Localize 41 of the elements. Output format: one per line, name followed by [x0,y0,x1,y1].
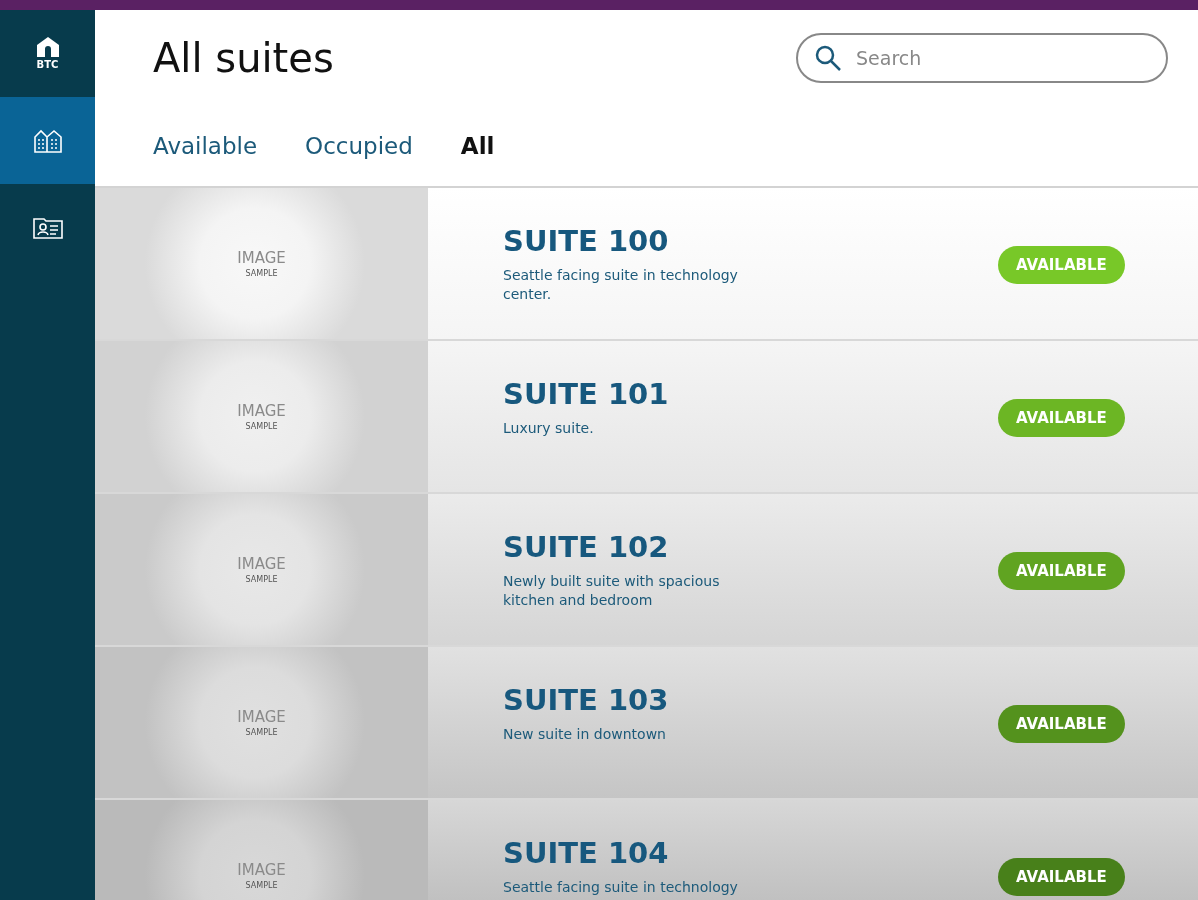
image-label: IMAGE [237,249,286,267]
image-sublabel: SAMPLE [245,881,278,890]
contact-card-icon [32,215,63,240]
suite-row[interactable]: IMAGE SAMPLE SUITE 104 Seattle facing suite in technology AVAILABLE [95,800,1198,900]
search-field[interactable]: Search [796,33,1168,84]
suite-row[interactable]: IMAGE SAMPLE SUITE 101 Luxury suite. AVAILABLE [95,341,1198,494]
filter-tab[interactable]: Available [153,133,258,160]
house-icon [36,37,59,57]
image-sublabel: SAMPLE [245,269,278,278]
sidebar-item[interactable] [0,97,95,184]
buildings-icon [33,128,62,153]
suite-description: Newly built suite with spacious kitchen and bedroom [503,572,721,610]
image-label: IMAGE [237,402,286,420]
page-title: All suites [153,35,334,82]
suite-name: SUITE 100 [503,224,670,258]
filter-tab[interactable]: Occupied [305,133,413,160]
suite-description: Luxury suite. [503,419,595,438]
suite-description: Seattle facing suite in technology [503,878,739,897]
suite-row[interactable]: IMAGE SAMPLE SUITE 103 New suite in downtown AVAILABLE [95,647,1198,800]
suite-name: SUITE 102 [503,530,670,564]
filter-tab[interactable]: All [460,133,495,160]
search-icon [814,44,842,73]
status-badge: AVAILABLE [998,399,1125,437]
image-label: IMAGE [237,555,286,573]
suite-row[interactable]: IMAGE SAMPLE SUITE 100 Seattle facing suite in technology center. AVAILABLE [95,188,1198,341]
image-sublabel: SAMPLE [245,422,278,431]
suite-name: SUITE 104 [503,836,670,870]
suite-name: SUITE 101 [503,377,670,411]
image-sublabel: SAMPLE [245,728,278,737]
status-badge: AVAILABLE [998,858,1125,896]
suite-row[interactable]: IMAGE SAMPLE SUITE 102 Newly built suite with spacious kitchen and bedroom AVAILABLE [95,494,1198,647]
status-badge: AVAILABLE [998,246,1125,284]
suite-description: New suite in downtown [503,725,667,744]
status-badge: AVAILABLE [998,705,1125,743]
image-label: IMAGE [237,708,286,726]
status-badge: AVAILABLE [998,552,1125,590]
image-label: IMAGE [237,861,286,879]
logo-text: BTC [36,59,59,70]
suite-description: Seattle facing suite in technology center. [503,266,739,304]
image-sublabel: SAMPLE [245,575,278,584]
suite-name: SUITE 103 [503,683,670,717]
